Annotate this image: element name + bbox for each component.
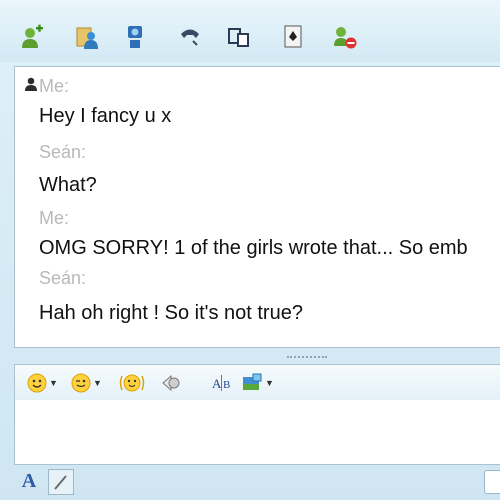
message-text: What? — [39, 174, 97, 196]
pen-icon — [54, 475, 67, 490]
emoticon-button[interactable]: ▼ — [27, 372, 58, 394]
message-input[interactable] — [14, 400, 500, 465]
emoticon-icon — [27, 373, 47, 393]
share-files-icon — [76, 27, 98, 49]
sender-name: Seán: — [39, 268, 87, 288]
sender-name: Seán: — [39, 142, 87, 162]
chevron-down-icon: ▼ — [49, 378, 58, 388]
video-call-icon — [128, 26, 142, 48]
background-button[interactable]: ▼ — [241, 372, 274, 394]
background-icon — [243, 373, 262, 390]
animated-emoticon-icon — [119, 374, 145, 392]
activities-button[interactable] — [224, 22, 254, 52]
wink-button[interactable]: ▼ — [71, 372, 102, 394]
user-icon — [25, 77, 37, 91]
send-button[interactable] — [484, 470, 500, 494]
color-button[interactable] — [48, 469, 74, 495]
message-text: Hah oh right ! So it's not true? — [39, 302, 303, 324]
message-text: Hey I fancy u x — [39, 105, 172, 127]
svg-text:B: B — [223, 379, 230, 391]
pane-splitter-handle[interactable] — [287, 356, 327, 362]
wink-icon — [71, 373, 91, 393]
invite-contact-button[interactable] — [17, 22, 47, 52]
nudge-button[interactable] — [161, 372, 181, 394]
animated-emoticon-button[interactable] — [119, 372, 145, 394]
emoticon-toolbar: ▼ ▼ A B ▼ — [14, 364, 500, 401]
sender-name: Me: — [39, 208, 70, 228]
phone-call-button[interactable] — [175, 22, 205, 52]
message-text: OMG SORRY! 1 of the girls wrote that... … — [39, 237, 468, 259]
block-contact-button[interactable] — [330, 22, 360, 52]
bottom-toolbar: A — [0, 464, 500, 500]
svg-text:A: A — [212, 376, 222, 391]
translate-button[interactable]: A B — [211, 372, 233, 394]
games-button[interactable] — [279, 22, 309, 52]
font-button[interactable]: A — [18, 469, 40, 493]
activities-icon — [228, 28, 249, 47]
block-contact-icon — [334, 27, 357, 49]
games-icon — [284, 25, 302, 48]
video-call-button[interactable] — [120, 22, 150, 52]
phone-call-icon — [181, 29, 199, 46]
nudge-icon — [162, 374, 180, 392]
invite-contact-icon — [22, 24, 43, 48]
chevron-down-icon: ▼ — [93, 378, 102, 388]
share-files-button[interactable] — [72, 22, 102, 52]
conversation-toolbar — [0, 0, 500, 62]
translate-icon: A B — [212, 375, 230, 391]
conversation-history[interactable]: Me: Hey I fancy u x Seán: What? Me: OMG … — [14, 66, 500, 348]
chevron-down-icon: ▼ — [265, 378, 274, 388]
sender-name: Me: — [39, 76, 70, 96]
